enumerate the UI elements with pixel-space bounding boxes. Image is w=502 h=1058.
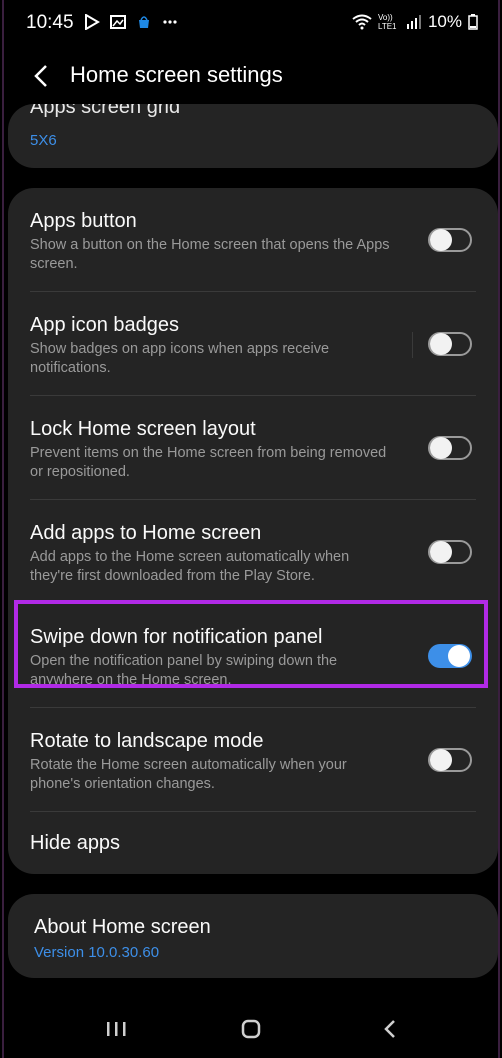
setting-title: Hide apps [30,832,121,854]
back-icon[interactable] [30,62,54,90]
rotate-landscape-toggle[interactable] [428,748,472,772]
setting-app-icon-badges[interactable]: App icon badges Show badges on app icons… [8,292,498,396]
shop-icon [139,16,149,28]
gallery-icon [110,15,126,29]
setting-desc: Open the notification panel by swiping d… [30,653,338,688]
toggle-knob [448,645,470,667]
status-time: 10:45 [26,12,74,33]
toggle-knob [430,229,452,251]
phone-screen: 10:45 Vo)) LTE1 10% Home screen settings… [4,0,498,1058]
setting-lock-layout[interactable]: Lock Home screen layout Prevent items on… [8,396,498,500]
setting-desc: Prevent items on the Home screen from be… [30,445,387,480]
setting-title: Apps button [30,210,137,232]
lock-layout-toggle[interactable] [428,436,472,460]
toggle-knob [430,437,452,459]
setting-apps-button[interactable]: Apps button Show a button on the Home sc… [8,188,498,292]
about-title: About Home screen [34,916,211,938]
setting-rotate-landscape[interactable]: Rotate to landscape mode Rotate the Home… [8,708,498,812]
about-card[interactable]: About Home screen Version 10.0.30.60 [8,894,498,978]
recents-icon[interactable] [96,1014,136,1044]
setting-desc: Show a button on the Home screen that op… [30,237,390,272]
wifi-icon [352,14,372,30]
setting-hide-apps[interactable]: Hide apps [8,812,498,874]
setting-title: Lock Home screen layout [30,418,256,440]
battery-icon [468,14,478,30]
nav-back-icon[interactable] [370,1014,410,1044]
more-notifications-icon [163,20,177,24]
toggle-knob [430,333,452,355]
setting-desc: Add apps to the Home screen automaticall… [30,549,350,584]
toggle-knob [430,749,452,771]
apps-grid-value: 5X6 [30,132,57,149]
status-right: Vo)) LTE1 10% [352,12,478,32]
battery-percent: 10% [427,12,462,31]
setting-title: Rotate to landscape mode [30,730,264,752]
status-bar: 10:45 Vo)) LTE1 10% [4,0,498,48]
apps-button-toggle[interactable] [428,228,472,252]
setting-title: Add apps to Home screen [30,522,262,544]
apps-grid-title: Apps screen grid [30,104,181,118]
signal-icon [406,15,421,29]
setting-title: App icon badges [30,314,180,336]
app-icon-badges-toggle[interactable] [428,332,472,356]
add-apps-toggle[interactable] [428,540,472,564]
network-label: Vo)) LTE1 [377,13,397,31]
apps-grid-card[interactable]: Apps screen grid 5X6 [8,104,498,168]
home-icon[interactable] [231,1014,271,1044]
vertical-divider [412,332,413,358]
setting-add-apps[interactable]: Add apps to Home screen Add apps to the … [8,500,498,604]
swipe-down-toggle[interactable] [428,644,472,668]
setting-swipe-down[interactable]: Swipe down for notification panel Open t… [8,604,498,708]
about-version: Version 10.0.30.60 [34,944,160,961]
notification-icons [84,14,178,30]
app-header: Home screen settings [4,48,498,104]
page-title: Home screen settings [70,62,283,87]
play-store-icon [85,14,100,30]
setting-desc: Show badges on app icons when apps recei… [30,341,330,376]
settings-card: Apps button Show a button on the Home sc… [8,188,498,874]
setting-desc: Rotate the Home screen automatically whe… [30,757,347,792]
navigation-bar [4,998,498,1058]
setting-title: Swipe down for notification panel [30,626,323,648]
toggle-knob [430,541,452,563]
